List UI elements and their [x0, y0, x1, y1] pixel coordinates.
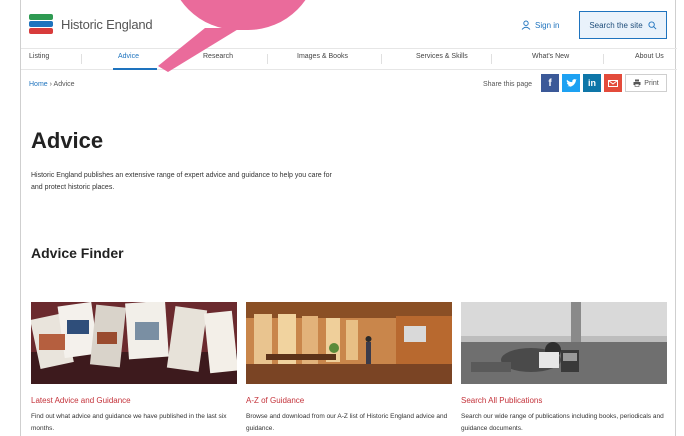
card-title[interactable]: Latest Advice and Guidance	[31, 396, 237, 405]
twitter-icon	[565, 78, 577, 87]
search-site-button[interactable]: Search the site	[579, 11, 667, 39]
breadcrumb-home-link[interactable]: Home	[29, 81, 48, 88]
facebook-share-button[interactable]: f	[541, 74, 559, 92]
print-button[interactable]: Print	[625, 74, 667, 92]
main-nav: Listing Advice Research Images & Books S…	[21, 48, 677, 70]
search-site-label: Search the site	[589, 20, 643, 30]
linkedin-share-button[interactable]: in	[583, 74, 601, 92]
nav-item-listing[interactable]: Listing	[29, 53, 49, 60]
nav-divider	[81, 54, 82, 64]
card-title[interactable]: Search All Publications	[461, 396, 667, 405]
card-description: Browse and download from our A-Z list of…	[246, 413, 448, 432]
page-frame: Historic England Sign in Search the site…	[20, 0, 677, 436]
facebook-icon: f	[548, 77, 552, 89]
card-a-z-guidance[interactable]: A-Z of Guidance Browse and download from…	[246, 302, 452, 435]
nav-item-research[interactable]: Research	[203, 53, 233, 60]
nav-item-advice[interactable]: Advice	[118, 53, 139, 60]
page-title: Advice	[31, 128, 104, 153]
logo-text: Historic England	[61, 16, 153, 32]
nav-divider	[173, 54, 174, 64]
linkedin-icon: in	[588, 78, 596, 88]
sign-in-label: Sign in	[535, 20, 560, 30]
card-description: Find out what advice and guidance we hav…	[31, 413, 227, 432]
card-description: Search our wide range of publications in…	[461, 413, 664, 432]
card-title[interactable]: A-Z of Guidance	[246, 396, 452, 405]
logo-mark-icon	[29, 14, 53, 34]
nav-item-images-books[interactable]: Images & Books	[297, 53, 348, 60]
nav-item-whats-new[interactable]: What's New	[532, 53, 569, 60]
nav-divider	[267, 54, 268, 64]
nav-item-services-skills[interactable]: Services & Skills	[416, 53, 468, 60]
printer-icon	[633, 79, 641, 87]
nav-item-about-us[interactable]: About Us	[635, 53, 664, 60]
share-label: Share this page	[483, 81, 533, 88]
card-image	[31, 302, 237, 384]
card-search-publications[interactable]: Search All Publications Search our wide …	[461, 302, 667, 435]
card-latest-advice[interactable]: Latest Advice and Guidance Find out what…	[31, 302, 237, 435]
site-header: Historic England Sign in Search the site	[21, 0, 677, 48]
nav-active-indicator	[113, 68, 157, 70]
print-label: Print	[644, 79, 659, 87]
email-share-button[interactable]	[604, 74, 622, 92]
sign-in-link[interactable]: Sign in	[521, 20, 559, 30]
nav-divider	[491, 54, 492, 64]
page-intro: Historic England publishes an extensive …	[31, 172, 332, 191]
card-image	[246, 302, 452, 384]
twitter-share-button[interactable]	[562, 74, 580, 92]
user-icon	[521, 20, 531, 30]
breadcrumb: Home › Advice	[29, 81, 75, 88]
nav-divider	[603, 54, 604, 64]
breadcrumb-current: Advice	[53, 81, 75, 88]
search-icon	[648, 20, 657, 29]
card-image	[461, 302, 667, 384]
nav-divider	[381, 54, 382, 64]
advice-finder-heading: Advice Finder	[31, 245, 124, 261]
site-logo[interactable]: Historic England	[29, 14, 153, 34]
envelope-icon	[608, 79, 618, 87]
